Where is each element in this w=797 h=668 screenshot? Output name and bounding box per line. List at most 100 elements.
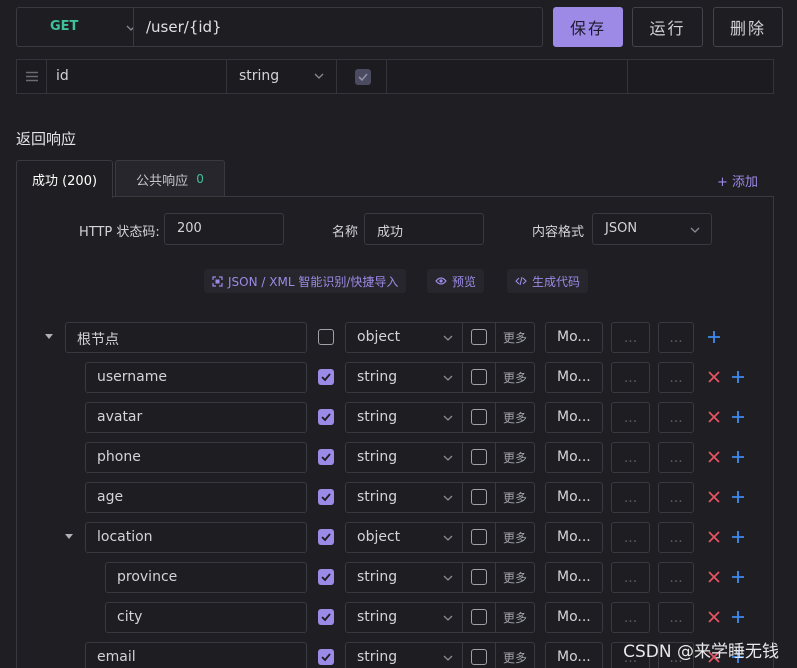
extra-input[interactable]: ...	[658, 402, 694, 433]
mock-input[interactable]: Mo...	[545, 602, 603, 633]
more-button[interactable]: 更多	[495, 602, 535, 633]
plus-icon[interactable]	[707, 330, 721, 344]
description-input[interactable]: ...	[611, 362, 650, 393]
more-button[interactable]: 更多	[495, 442, 535, 473]
mock-input[interactable]: Mo...	[545, 642, 603, 668]
field-name-input[interactable]: location	[85, 522, 307, 553]
description-input[interactable]: ...	[611, 602, 650, 633]
close-icon[interactable]	[708, 531, 720, 543]
nullable-checkbox[interactable]	[471, 369, 487, 385]
plus-icon[interactable]	[731, 530, 745, 544]
param-required-checkbox[interactable]	[355, 69, 371, 85]
field-type-select[interactable]: string	[345, 562, 463, 593]
description-input[interactable]: ...	[611, 482, 650, 513]
caret-down-icon[interactable]	[45, 334, 53, 340]
param-desc-field[interactable]	[387, 60, 628, 93]
nullable-checkbox[interactable]	[471, 649, 487, 665]
mock-input[interactable]: Mo...	[545, 322, 603, 353]
field-name-input[interactable]: city	[105, 602, 307, 633]
param-name-field[interactable]: id	[47, 60, 227, 93]
required-checkbox[interactable]	[318, 529, 334, 545]
description-input[interactable]: ...	[611, 442, 650, 473]
delete-button[interactable]: 删除	[713, 7, 783, 47]
required-checkbox[interactable]	[318, 449, 334, 465]
more-button[interactable]: 更多	[495, 482, 535, 513]
plus-icon[interactable]	[731, 370, 745, 384]
param-type-select[interactable]: string	[227, 60, 337, 93]
mock-input[interactable]: Mo...	[545, 442, 603, 473]
status-code-input[interactable]: 200	[164, 213, 284, 245]
extra-input[interactable]: ...	[658, 442, 694, 473]
nullable-checkbox[interactable]	[471, 449, 487, 465]
extra-input[interactable]: ...	[658, 362, 694, 393]
field-type-select[interactable]: string	[345, 602, 463, 633]
plus-icon[interactable]	[731, 490, 745, 504]
required-checkbox[interactable]	[318, 649, 334, 665]
tab-success[interactable]: 成功 (200)	[16, 160, 113, 198]
more-button[interactable]: 更多	[495, 522, 535, 553]
nullable-checkbox[interactable]	[471, 569, 487, 585]
required-checkbox[interactable]	[318, 609, 334, 625]
extra-input[interactable]: ...	[658, 522, 694, 553]
field-name-input[interactable]: phone	[85, 442, 307, 473]
plus-icon[interactable]	[731, 450, 745, 464]
close-icon[interactable]	[708, 571, 720, 583]
preview-button[interactable]: 预览	[427, 269, 485, 293]
drag-handle[interactable]	[17, 60, 47, 93]
nullable-checkbox[interactable]	[471, 409, 487, 425]
description-input[interactable]: ...	[611, 322, 650, 353]
extra-input[interactable]: ...	[658, 602, 694, 633]
field-name-input[interactable]: avatar	[85, 402, 307, 433]
save-button[interactable]: 保存	[553, 7, 623, 47]
extra-input[interactable]: ...	[658, 322, 694, 353]
field-name-input[interactable]: email	[85, 642, 307, 668]
field-type-select[interactable]: string	[345, 362, 463, 393]
method-select[interactable]: GET	[16, 7, 136, 47]
mock-input[interactable]: Mo...	[545, 362, 603, 393]
description-input[interactable]: ...	[611, 402, 650, 433]
more-button[interactable]: 更多	[495, 322, 535, 353]
plus-icon[interactable]	[731, 570, 745, 584]
mock-input[interactable]: Mo...	[545, 562, 603, 593]
more-button[interactable]: 更多	[495, 642, 535, 668]
required-checkbox[interactable]	[318, 409, 334, 425]
nullable-checkbox[interactable]	[471, 489, 487, 505]
mock-input[interactable]: Mo...	[545, 522, 603, 553]
description-input[interactable]: ...	[611, 562, 650, 593]
add-response-button[interactable]: + 添加	[717, 171, 758, 190]
mock-input[interactable]: Mo...	[545, 482, 603, 513]
more-button[interactable]: 更多	[495, 362, 535, 393]
param-extra-field[interactable]	[628, 60, 773, 93]
field-name-input[interactable]: province	[105, 562, 307, 593]
nullable-checkbox[interactable]	[471, 329, 487, 345]
run-button[interactable]: 运行	[632, 7, 703, 47]
nullable-checkbox[interactable]	[471, 609, 487, 625]
field-name-input[interactable]: username	[85, 362, 307, 393]
content-format-select[interactable]: JSON	[592, 213, 712, 245]
field-name-input[interactable]: 根节点	[65, 322, 307, 353]
required-checkbox[interactable]	[318, 329, 334, 345]
url-input[interactable]: /user/{id}	[133, 7, 543, 47]
plus-icon[interactable]	[731, 410, 745, 424]
tab-common-response[interactable]: 公共响应 0	[115, 160, 225, 197]
caret-down-icon[interactable]	[65, 534, 73, 540]
plus-icon[interactable]	[731, 610, 745, 624]
field-type-select[interactable]: string	[345, 482, 463, 513]
field-type-select[interactable]: string	[345, 442, 463, 473]
mock-input[interactable]: Mo...	[545, 402, 603, 433]
close-icon[interactable]	[708, 491, 720, 503]
extra-input[interactable]: ...	[658, 482, 694, 513]
field-name-input[interactable]: age	[85, 482, 307, 513]
response-name-input[interactable]: 成功	[364, 213, 484, 245]
smart-import-button[interactable]: JSON / XML 智能识别/快捷导入	[204, 269, 407, 293]
extra-input[interactable]: ...	[658, 562, 694, 593]
field-type-select[interactable]: object	[345, 322, 463, 353]
field-type-select[interactable]: string	[345, 642, 463, 668]
close-icon[interactable]	[708, 451, 720, 463]
close-icon[interactable]	[708, 371, 720, 383]
description-input[interactable]: ...	[611, 522, 650, 553]
close-icon[interactable]	[708, 411, 720, 423]
generate-code-button[interactable]: 生成代码	[507, 269, 589, 293]
close-icon[interactable]	[708, 611, 720, 623]
required-checkbox[interactable]	[318, 489, 334, 505]
